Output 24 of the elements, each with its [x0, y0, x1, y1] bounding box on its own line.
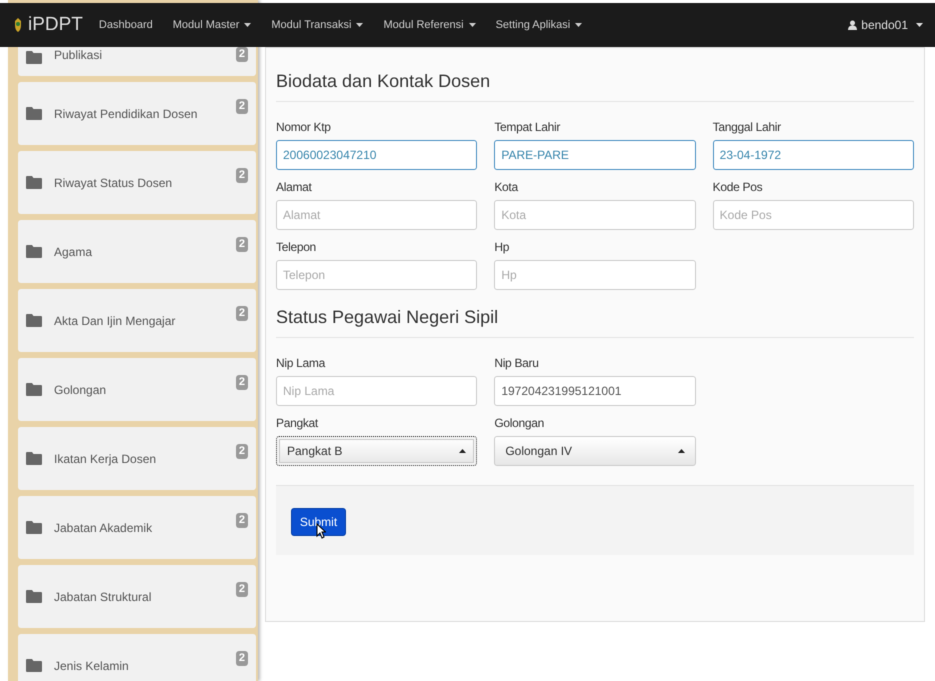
count-badge: 2 [236, 99, 248, 114]
field-label: Alamat [276, 180, 312, 195]
field-label: Nomor Ktp [276, 120, 331, 135]
field-label: Tempat Lahir [494, 120, 560, 135]
field-label: Nip Lama [276, 356, 325, 371]
count-badge: 2 [236, 582, 248, 597]
count-badge: 2 [236, 306, 248, 321]
count-badge: 2 [236, 444, 248, 459]
field-label: Kota [494, 180, 518, 195]
count-badge: 2 [236, 168, 248, 183]
field-label: Kode Pos [712, 180, 762, 195]
section-heading: Biodata dan Kontak Dosen [276, 70, 492, 92]
field-label: Tanggal Lahir [712, 120, 781, 135]
field-label: Pangkat [276, 416, 318, 431]
count-badge: 2 [236, 375, 248, 390]
count-badge: 2 [236, 47, 248, 62]
field-label: Nip Baru [494, 356, 539, 371]
count-badge: 2 [236, 513, 248, 528]
count-badge: 2 [236, 651, 248, 666]
section-heading: Status Pegawai Negeri Sipil [276, 306, 500, 328]
field-label: Telepon [276, 240, 316, 255]
field-label: Hp [494, 240, 510, 255]
count-badge: 2 [236, 237, 248, 252]
field-label: Golongan [494, 416, 544, 431]
